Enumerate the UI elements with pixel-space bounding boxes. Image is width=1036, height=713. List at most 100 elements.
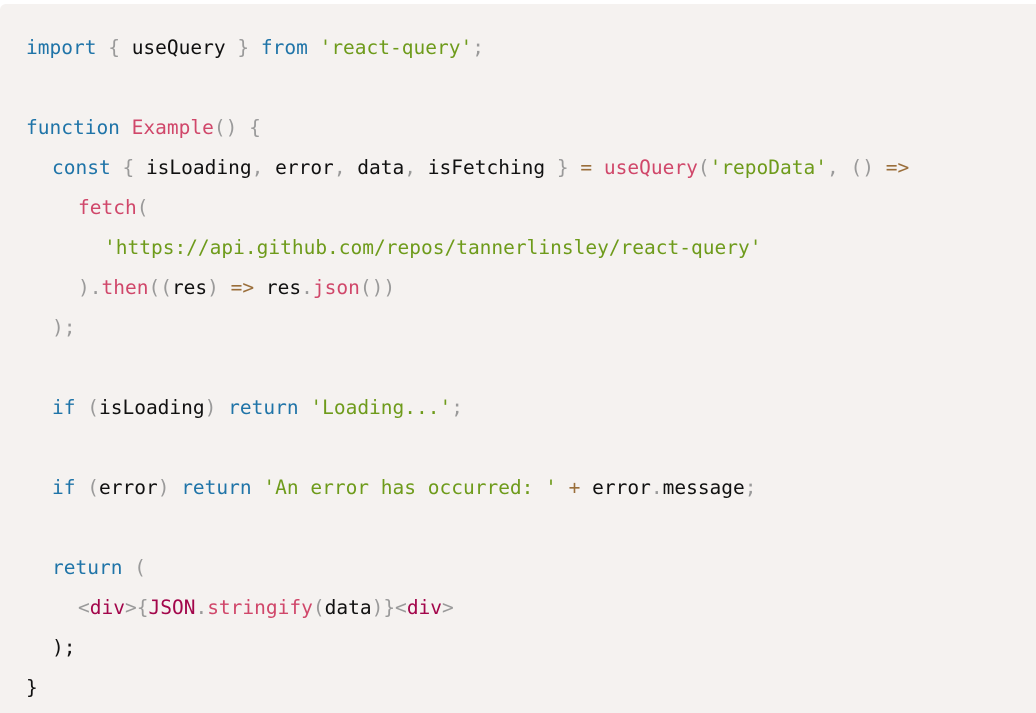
code-punctuation: , — [333, 156, 346, 179]
code-operator: => — [885, 156, 910, 179]
code-operator: => — [230, 276, 255, 299]
code-text: error — [580, 476, 651, 499]
code-line: import { useQuery } from 'react-query'; — [26, 28, 1036, 68]
code-string: 'https://api.github.com/repos/tannerlins… — [104, 236, 762, 259]
code-text: data — [345, 156, 405, 179]
code-punctuation: . — [301, 276, 313, 299]
code-punctuation: { — [108, 36, 120, 59]
code-line: ); — [26, 628, 1036, 668]
code-punctuation: , — [404, 156, 417, 179]
code-function-name: useQuery — [603, 156, 698, 179]
code-keyword: return — [228, 396, 299, 419]
code-punctuation: , — [251, 156, 264, 179]
code-punctuation: () — [850, 156, 874, 179]
code-keyword: function — [26, 116, 120, 139]
code-tag: div — [89, 596, 125, 619]
code-line: } — [26, 668, 1036, 708]
code-punctuation: ( — [87, 396, 99, 419]
code-text: res — [254, 276, 302, 299]
code-punctuation: ). — [78, 276, 102, 299]
code-text: error — [263, 156, 334, 179]
code-punctuation: . — [650, 476, 663, 499]
code-text: data — [324, 596, 372, 619]
code-line: ).then((res) => res.json()) — [26, 268, 1036, 308]
code-punctuation: } — [556, 156, 569, 179]
code-text: error — [98, 476, 158, 499]
code-keyword: if — [52, 396, 76, 419]
code-line: if (error) return 'An error has occurred… — [26, 468, 1036, 508]
code-punctuation: > — [442, 596, 454, 619]
code-operator: = — [580, 156, 593, 179]
code-punctuation: ); — [52, 316, 76, 339]
code-punctuation: ) — [207, 276, 219, 299]
code-punctuation: )}< — [371, 596, 407, 619]
code-punctuation: ( — [312, 596, 325, 619]
code-string: 'Loading...' — [310, 396, 452, 419]
code-text: ); — [52, 636, 76, 659]
code-text: res — [171, 276, 208, 299]
code-line: fetch( — [26, 188, 1036, 228]
code-content: import { useQuery } from 'react-query'; f… — [0, 4, 1036, 708]
code-punctuation: >{ — [124, 596, 149, 619]
code-punctuation: ( — [697, 156, 710, 179]
code-text: message — [662, 476, 745, 499]
code-operator: + — [568, 476, 581, 499]
code-punctuation: ()) — [359, 276, 396, 299]
code-function-name: json — [312, 276, 360, 299]
code-keyword: return — [52, 556, 123, 579]
code-function-name: then — [101, 276, 149, 299]
code-punctuation: () — [213, 116, 238, 139]
code-string: 'repoData' — [709, 156, 827, 179]
code-punctuation: } — [237, 36, 250, 59]
code-punctuation: . — [195, 596, 208, 619]
code-punctuation: ( — [87, 476, 99, 499]
code-keyword: if — [52, 476, 76, 499]
code-punctuation: ) — [157, 476, 170, 499]
code-line: ); — [26, 308, 1036, 348]
code-punctuation: ( — [134, 556, 146, 579]
code-function-name: stringify — [207, 596, 313, 619]
code-line: if (isLoading) return 'Loading...'; — [26, 388, 1036, 428]
code-block: import { useQuery } from 'react-query'; f… — [0, 4, 1036, 713]
code-punctuation: ; — [744, 476, 757, 499]
code-keyword: return — [181, 476, 252, 499]
code-text: isFetching — [416, 156, 557, 179]
code-text: } — [26, 676, 38, 699]
code-text: isLoading — [134, 156, 252, 179]
code-punctuation: < — [78, 596, 90, 619]
code-punctuation: { — [249, 116, 261, 139]
code-text: useQuery — [119, 36, 238, 59]
code-line: function Example() { — [26, 108, 1036, 148]
code-line: <div>{JSON.stringify(data)}<div> — [26, 588, 1036, 628]
code-punctuation: ; — [472, 36, 484, 59]
code-string: 'react-query' — [319, 36, 473, 59]
code-line: 'https://api.github.com/repos/tannerlins… — [26, 228, 1036, 268]
code-tag: div — [406, 596, 443, 619]
code-line: const { isLoading, error, data, isFetchi… — [26, 148, 1036, 188]
code-tag: JSON — [148, 596, 196, 619]
code-punctuation: (( — [148, 276, 172, 299]
code-line: return ( — [26, 548, 1036, 588]
code-keyword: import — [26, 36, 97, 59]
code-punctuation: { — [122, 156, 135, 179]
